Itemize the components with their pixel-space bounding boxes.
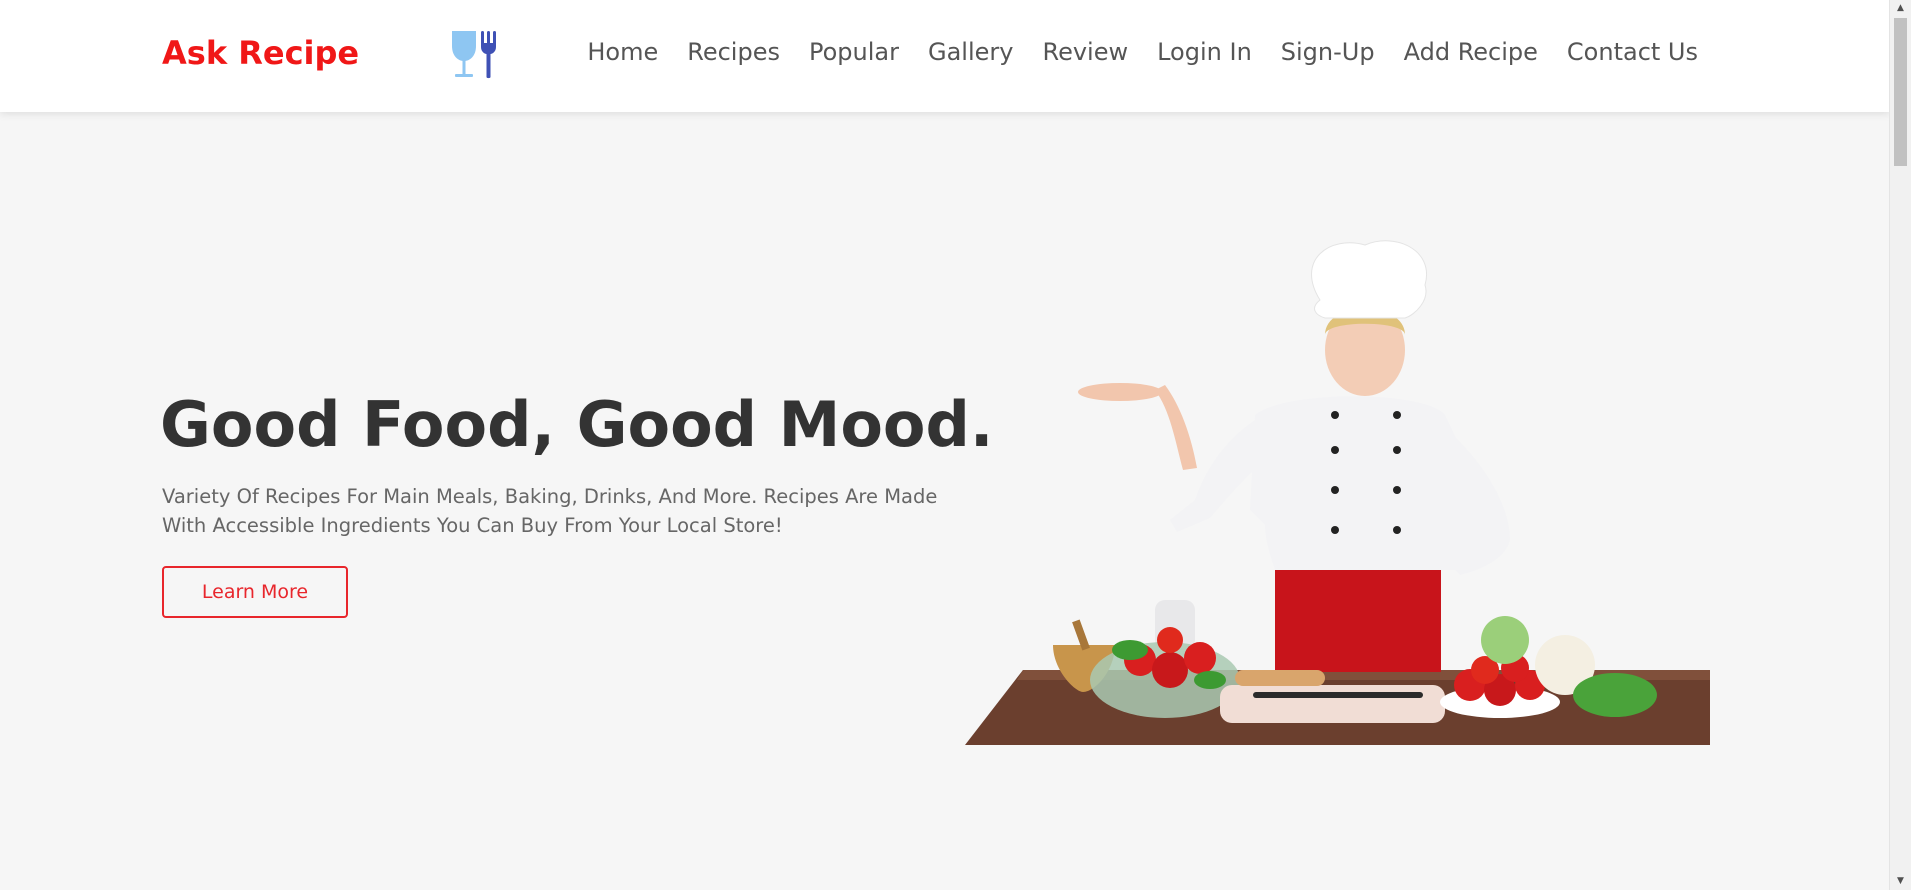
lettuce xyxy=(1573,673,1657,717)
nav-contact-us[interactable]: Contact Us xyxy=(1567,38,1698,66)
site-header: Ask Recipe Home Recipes Popular Gallery … xyxy=(0,0,1890,112)
scroll-down-arrow-icon[interactable]: ▼ xyxy=(1890,873,1911,890)
page: Ask Recipe Home Recipes Popular Gallery … xyxy=(0,0,1911,890)
hero-subtitle: Variety Of Recipes For Main Meals, Bakin… xyxy=(162,485,938,537)
vertical-scrollbar[interactable]: ▲ ▼ xyxy=(1889,0,1911,890)
nav-signup[interactable]: Sign-Up xyxy=(1281,38,1375,66)
nav-review[interactable]: Review xyxy=(1042,38,1128,66)
nav-recipes[interactable]: Recipes xyxy=(687,38,780,66)
glass-and-fork-icon xyxy=(452,31,496,79)
chef-figure xyxy=(1078,240,1510,672)
nav-home[interactable]: Home xyxy=(587,38,658,66)
nav-popular[interactable]: Popular xyxy=(809,38,899,66)
cabbage xyxy=(1481,616,1529,664)
nav-add-recipe[interactable]: Add Recipe xyxy=(1404,38,1538,66)
logo-link[interactable]: Ask Recipe xyxy=(162,34,359,72)
cutting-board xyxy=(1220,685,1445,723)
nav-gallery[interactable]: Gallery xyxy=(928,38,1013,66)
learn-more-button[interactable]: Learn More xyxy=(162,566,348,618)
scroll-thumb[interactable] xyxy=(1894,18,1907,166)
scroll-up-arrow-icon[interactable]: ▲ xyxy=(1890,0,1911,17)
hero-title: Good Food, Good Mood. xyxy=(160,388,994,461)
nav-login[interactable]: Login In xyxy=(1157,38,1252,66)
main-nav: Home Recipes Popular Gallery Review Logi… xyxy=(558,38,1698,66)
chef-hero-image xyxy=(965,240,1710,745)
